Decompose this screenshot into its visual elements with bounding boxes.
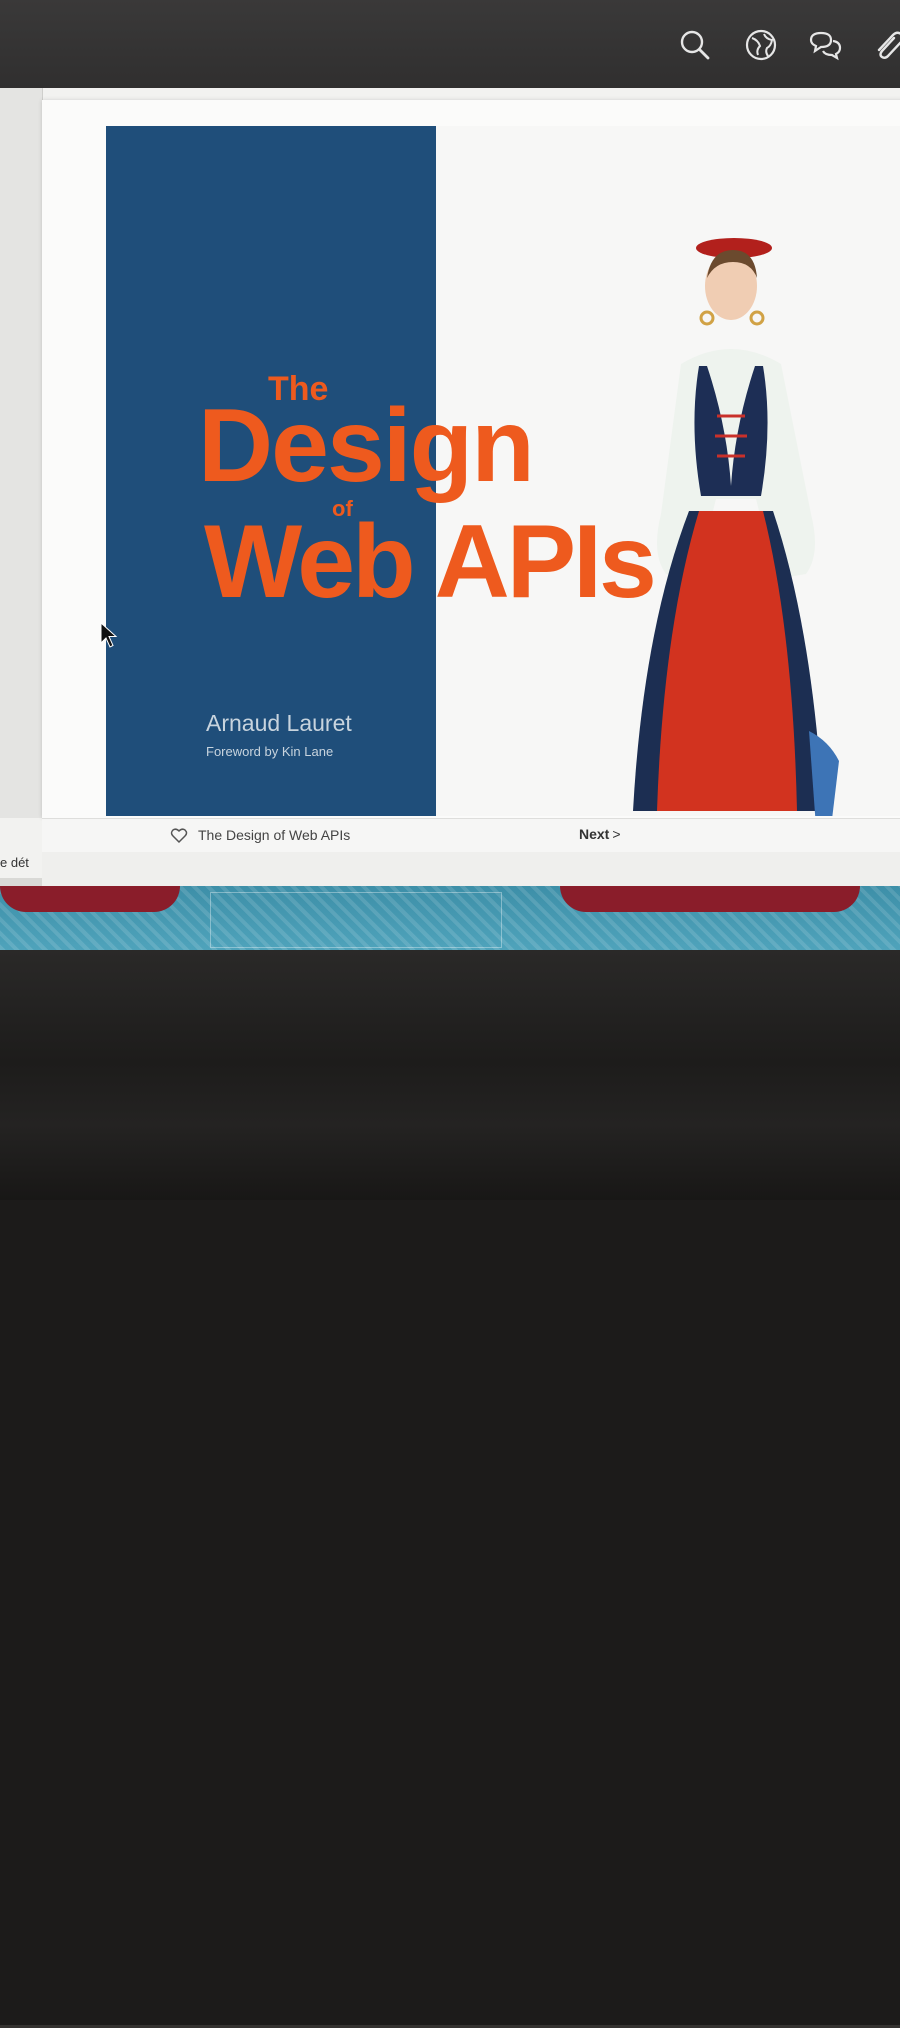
cover-title-web-apis: Web APIs [204, 504, 657, 620]
search-icon[interactable] [676, 26, 714, 64]
mouse-cursor-icon [100, 622, 118, 648]
heart-icon[interactable] [170, 827, 188, 845]
paperclip-icon[interactable] [868, 26, 900, 64]
next-button[interactable]: Next > [579, 826, 621, 842]
app-toolbar [0, 0, 900, 88]
next-label: Next [579, 826, 610, 842]
chevron-right-icon: > [612, 826, 621, 842]
truncated-side-text: e dét [0, 855, 29, 870]
left-panel [0, 88, 43, 818]
cover-author: Arnaud Lauret [206, 710, 352, 736]
book-cover[interactable]: The Design of Web APIs Arnaud Lauret For… [106, 126, 900, 816]
book-footer-bar: The Design of Web APIs Next > [42, 818, 900, 853]
wallpaper-pattern [560, 886, 860, 912]
monitor-bezel [0, 950, 900, 2028]
chat-icon[interactable] [806, 26, 844, 64]
cover-foreword: Foreword by Kin Lane [206, 744, 334, 759]
cover-title-design: Design [198, 388, 535, 504]
monitor-screen: The Design of Web APIs Arnaud Lauret For… [0, 0, 900, 950]
lower-panel [42, 852, 900, 886]
globe-icon[interactable] [742, 26, 780, 64]
book-title-link[interactable]: The Design of Web APIs [198, 827, 350, 843]
wallpaper-pattern [0, 886, 180, 912]
wallpaper-frame [210, 892, 502, 948]
